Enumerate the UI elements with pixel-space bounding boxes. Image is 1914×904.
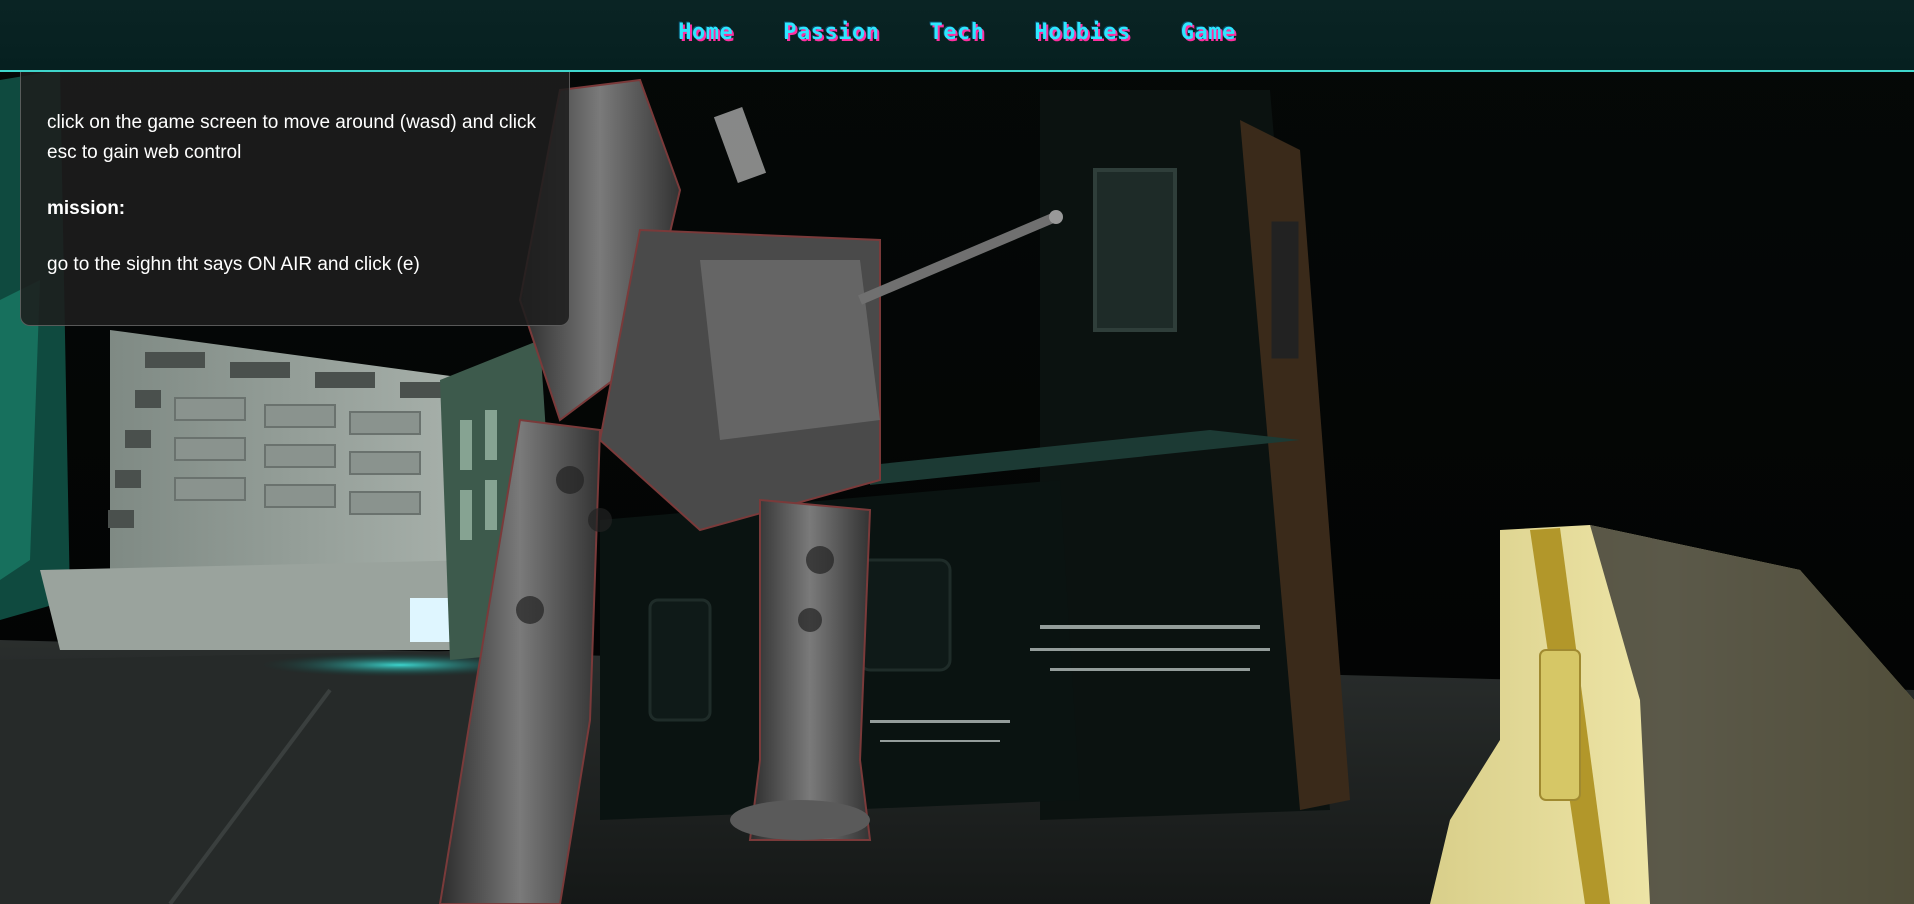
mission-text: go to the sighn tht says ON AIR and clic… (47, 254, 420, 275)
nav-link-game[interactable]: Game (1181, 20, 1236, 45)
nav-link-hobbies[interactable]: Hobbies (1034, 20, 1130, 45)
nav-link-passion[interactable]: Passion (783, 20, 879, 45)
nav-link-home[interactable]: Home (678, 20, 733, 45)
top-navigation: Home Passion Tech Hobbies Game (0, 0, 1914, 72)
instructions-panel: click on the game screen to move around … (20, 72, 570, 326)
nav-link-tech[interactable]: Tech (930, 20, 985, 45)
mission-heading: mission: (47, 198, 126, 219)
instructions-text: click on the game screen to move around … (47, 112, 536, 163)
